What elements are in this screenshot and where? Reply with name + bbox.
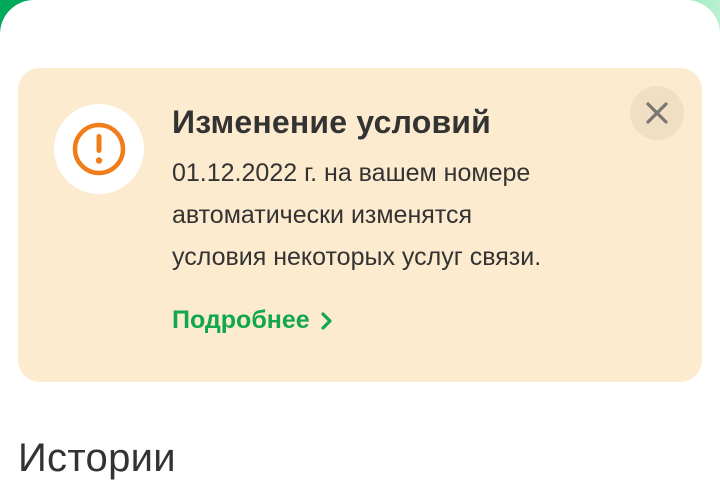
- more-details-label: Подробнее: [172, 306, 310, 334]
- close-banner-button[interactable]: [630, 86, 684, 140]
- warning-icon-badge: [54, 104, 144, 194]
- close-icon: [645, 101, 669, 125]
- banner-description: 01.12.2022 г. на вашем номере автоматиче…: [172, 152, 642, 278]
- banner-text-line: автоматически изменятся: [172, 201, 473, 229]
- banner-text-line: условия некоторых услуг связи.: [172, 243, 542, 271]
- more-details-link[interactable]: Подробнее: [172, 306, 334, 335]
- exclamation-circle-icon: [71, 121, 127, 177]
- banner-title: Изменение условий: [172, 104, 492, 140]
- stories-section-title: Истории: [18, 436, 176, 480]
- conditions-change-banner: Изменение условий 01.12.2022 г. на вашем…: [18, 68, 702, 382]
- chevron-right-icon: [320, 311, 334, 331]
- banner-text-line: 01.12.2022 г. на вашем номере: [172, 159, 531, 187]
- content-sheet: Изменение условий 01.12.2022 г. на вашем…: [0, 0, 720, 483]
